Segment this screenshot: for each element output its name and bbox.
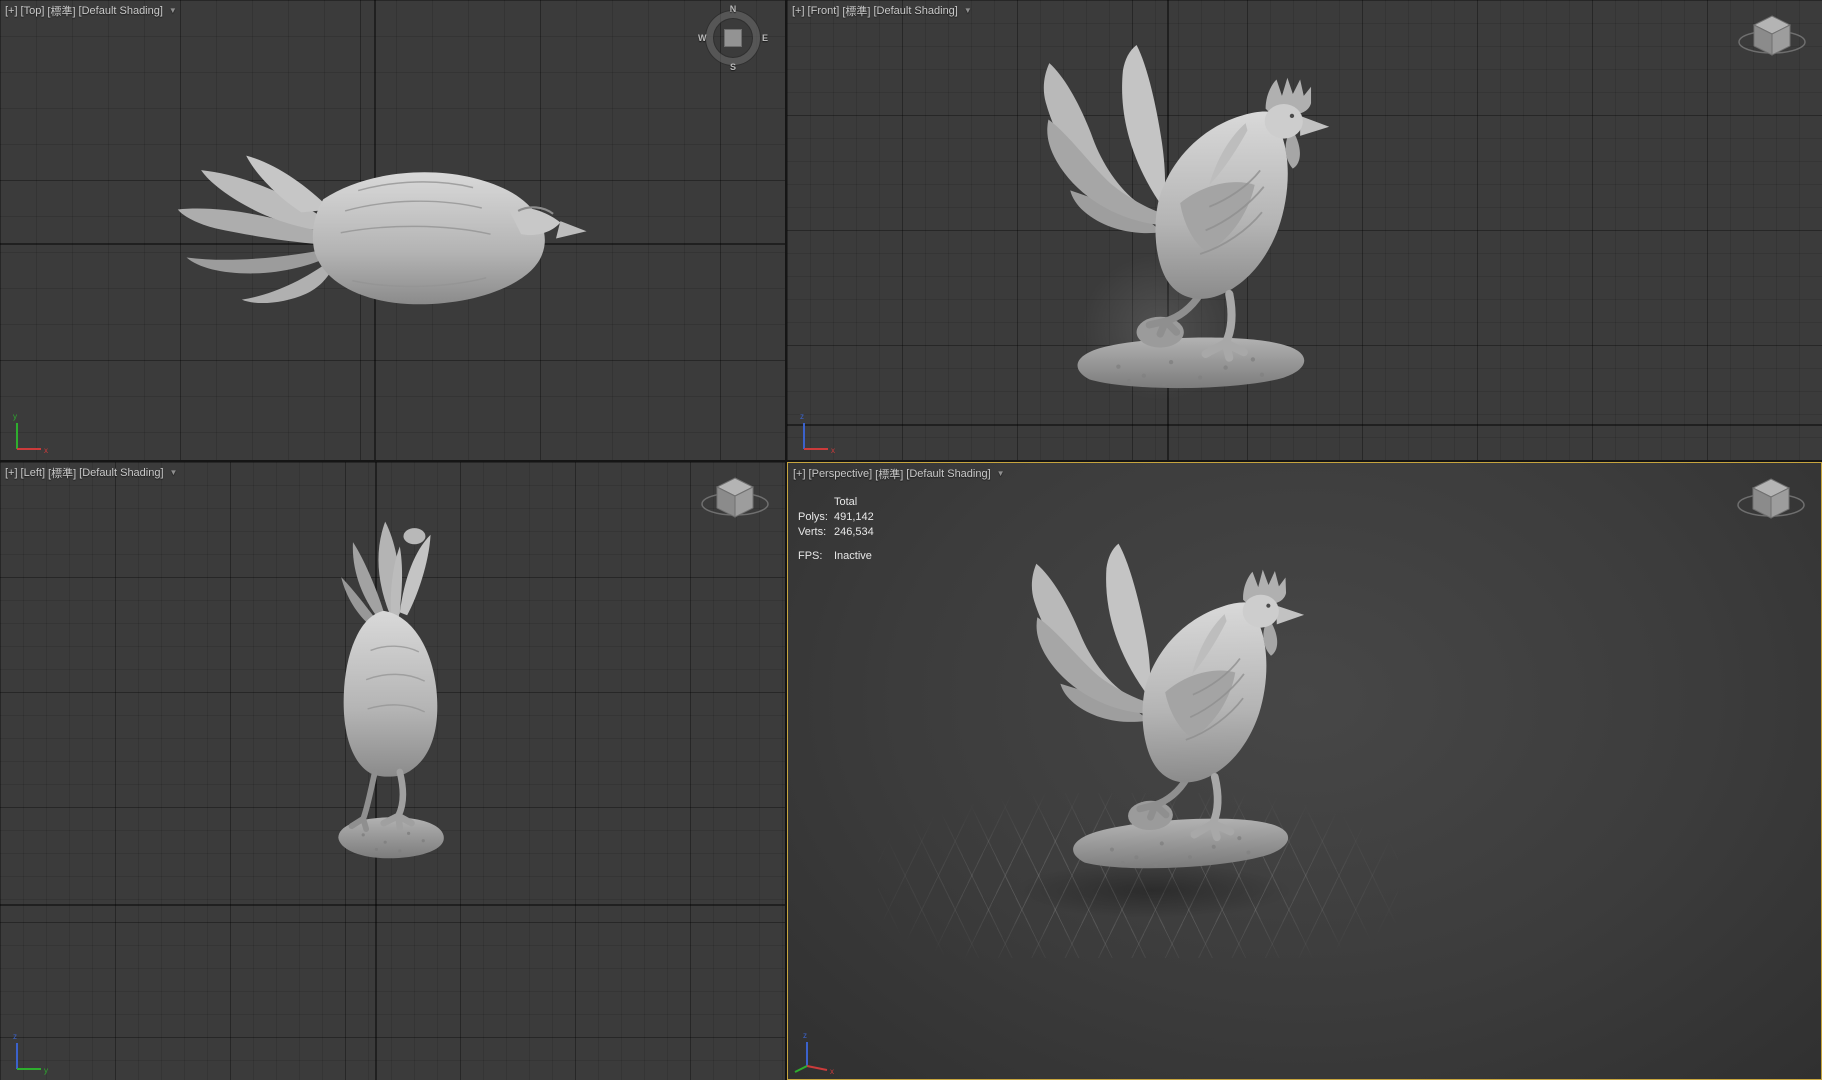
axis-tripod: z x — [800, 412, 835, 455]
viewcube-top-face-icon[interactable] — [724, 29, 742, 47]
viewport-menu-shading[interactable]: [Default Shading] — [873, 5, 957, 17]
tripod-y-label: y — [13, 412, 17, 421]
axis-tripod: z y — [13, 1032, 48, 1075]
tripod-x-label: x — [830, 1067, 834, 1076]
viewport-top[interactable]: [+] [Top] [標準] [Default Shading] ▼ N S W… — [0, 0, 785, 460]
viewport-menu-plus[interactable]: [+] — [792, 5, 805, 17]
stats-fps-label: FPS: — [798, 550, 823, 562]
rooster-model-left-view[interactable] — [290, 504, 495, 870]
viewport-label: [+] [Front] [標準] [Default Shading] ▼ — [792, 3, 972, 19]
tripod-z-label: z — [13, 1032, 17, 1041]
compass-south-label[interactable]: S — [730, 62, 736, 72]
viewport-menu-style[interactable]: [標準] — [48, 465, 76, 481]
viewport-menu-plus[interactable]: [+] — [793, 468, 806, 480]
viewport-options-arrow-icon[interactable]: ▼ — [169, 7, 177, 15]
tripod-z-label: z — [800, 412, 804, 421]
viewport-label: [+] [Top] [標準] [Default Shading] ▼ — [5, 3, 177, 19]
viewport-menu-view[interactable]: [Perspective] — [809, 468, 873, 480]
rooster-model-perspective-view[interactable] — [971, 516, 1365, 926]
viewport-options-arrow-icon[interactable]: ▼ — [997, 470, 1005, 478]
axis-tripod: y x — [13, 412, 48, 455]
grid-axis-horizontal — [0, 904, 785, 906]
stats-verts-value: 246,534 — [834, 526, 874, 538]
viewport-menu-style[interactable]: [標準] — [842, 3, 870, 19]
rooster-model-front-view[interactable] — [982, 25, 1382, 443]
viewport-menu-view[interactable]: [Left] — [21, 467, 45, 479]
tripod-z-label: z — [803, 1031, 807, 1040]
stats-polys-label: Polys: — [798, 511, 828, 523]
viewport-label: [+] [Perspective] [標準] [Default Shading]… — [793, 466, 1005, 482]
viewport-perspective-active[interactable]: [+] [Perspective] [標準] [Default Shading]… — [787, 462, 1822, 1080]
tripod-x-label: x — [44, 446, 48, 455]
viewcube[interactable] — [1735, 471, 1807, 529]
stats-polys-value: 491,142 — [834, 511, 874, 523]
viewport-menu-plus[interactable]: [+] — [5, 467, 18, 479]
stats-fps-value: Inactive — [834, 550, 872, 562]
compass-west-label[interactable]: W — [698, 33, 707, 43]
viewport-options-arrow-icon[interactable]: ▼ — [170, 469, 178, 477]
viewport-left[interactable]: [+] [Left] [標準] [Default Shading] ▼ z y — [0, 462, 785, 1080]
viewport-menu-view[interactable]: [Top] — [21, 5, 45, 17]
viewcube[interactable] — [1736, 8, 1808, 66]
viewport-menu-shading[interactable]: [Default Shading] — [79, 5, 163, 17]
viewcube-compass[interactable]: N S W E — [698, 4, 768, 72]
viewport-menu-style[interactable]: [標準] — [875, 466, 903, 482]
viewport-label: [+] [Left] [標準] [Default Shading] ▼ — [5, 465, 177, 481]
compass-east-label[interactable]: E — [762, 33, 768, 43]
viewport-menu-plus[interactable]: [+] — [5, 5, 18, 17]
stats-verts-label: Verts: — [798, 526, 827, 538]
axis-tripod: z x — [794, 1031, 834, 1076]
viewport-menu-shading[interactable]: [Default Shading] — [906, 468, 990, 480]
viewport-front[interactable]: [+] [Front] [標準] [Default Shading] ▼ z x — [787, 0, 1822, 460]
stats-total-label: Total — [834, 496, 858, 508]
tripod-x-label: x — [831, 446, 835, 455]
viewport-menu-style[interactable]: [標準] — [47, 3, 75, 19]
viewport-options-arrow-icon[interactable]: ▼ — [964, 7, 972, 15]
viewport-grid: [+] [Top] [標準] [Default Shading] ▼ N S W… — [0, 0, 1822, 1080]
statistics-overlay: Total Polys: 491,142 Verts: 246,534 FPS: In… — [798, 495, 874, 564]
viewport-menu-shading[interactable]: [Default Shading] — [79, 467, 163, 479]
compass-north-label[interactable]: N — [730, 4, 737, 14]
rooster-model-top-view[interactable] — [140, 138, 620, 342]
tripod-y-label: y — [44, 1066, 48, 1075]
viewport-menu-view[interactable]: [Front] — [808, 5, 840, 17]
viewcube[interactable] — [699, 470, 771, 528]
